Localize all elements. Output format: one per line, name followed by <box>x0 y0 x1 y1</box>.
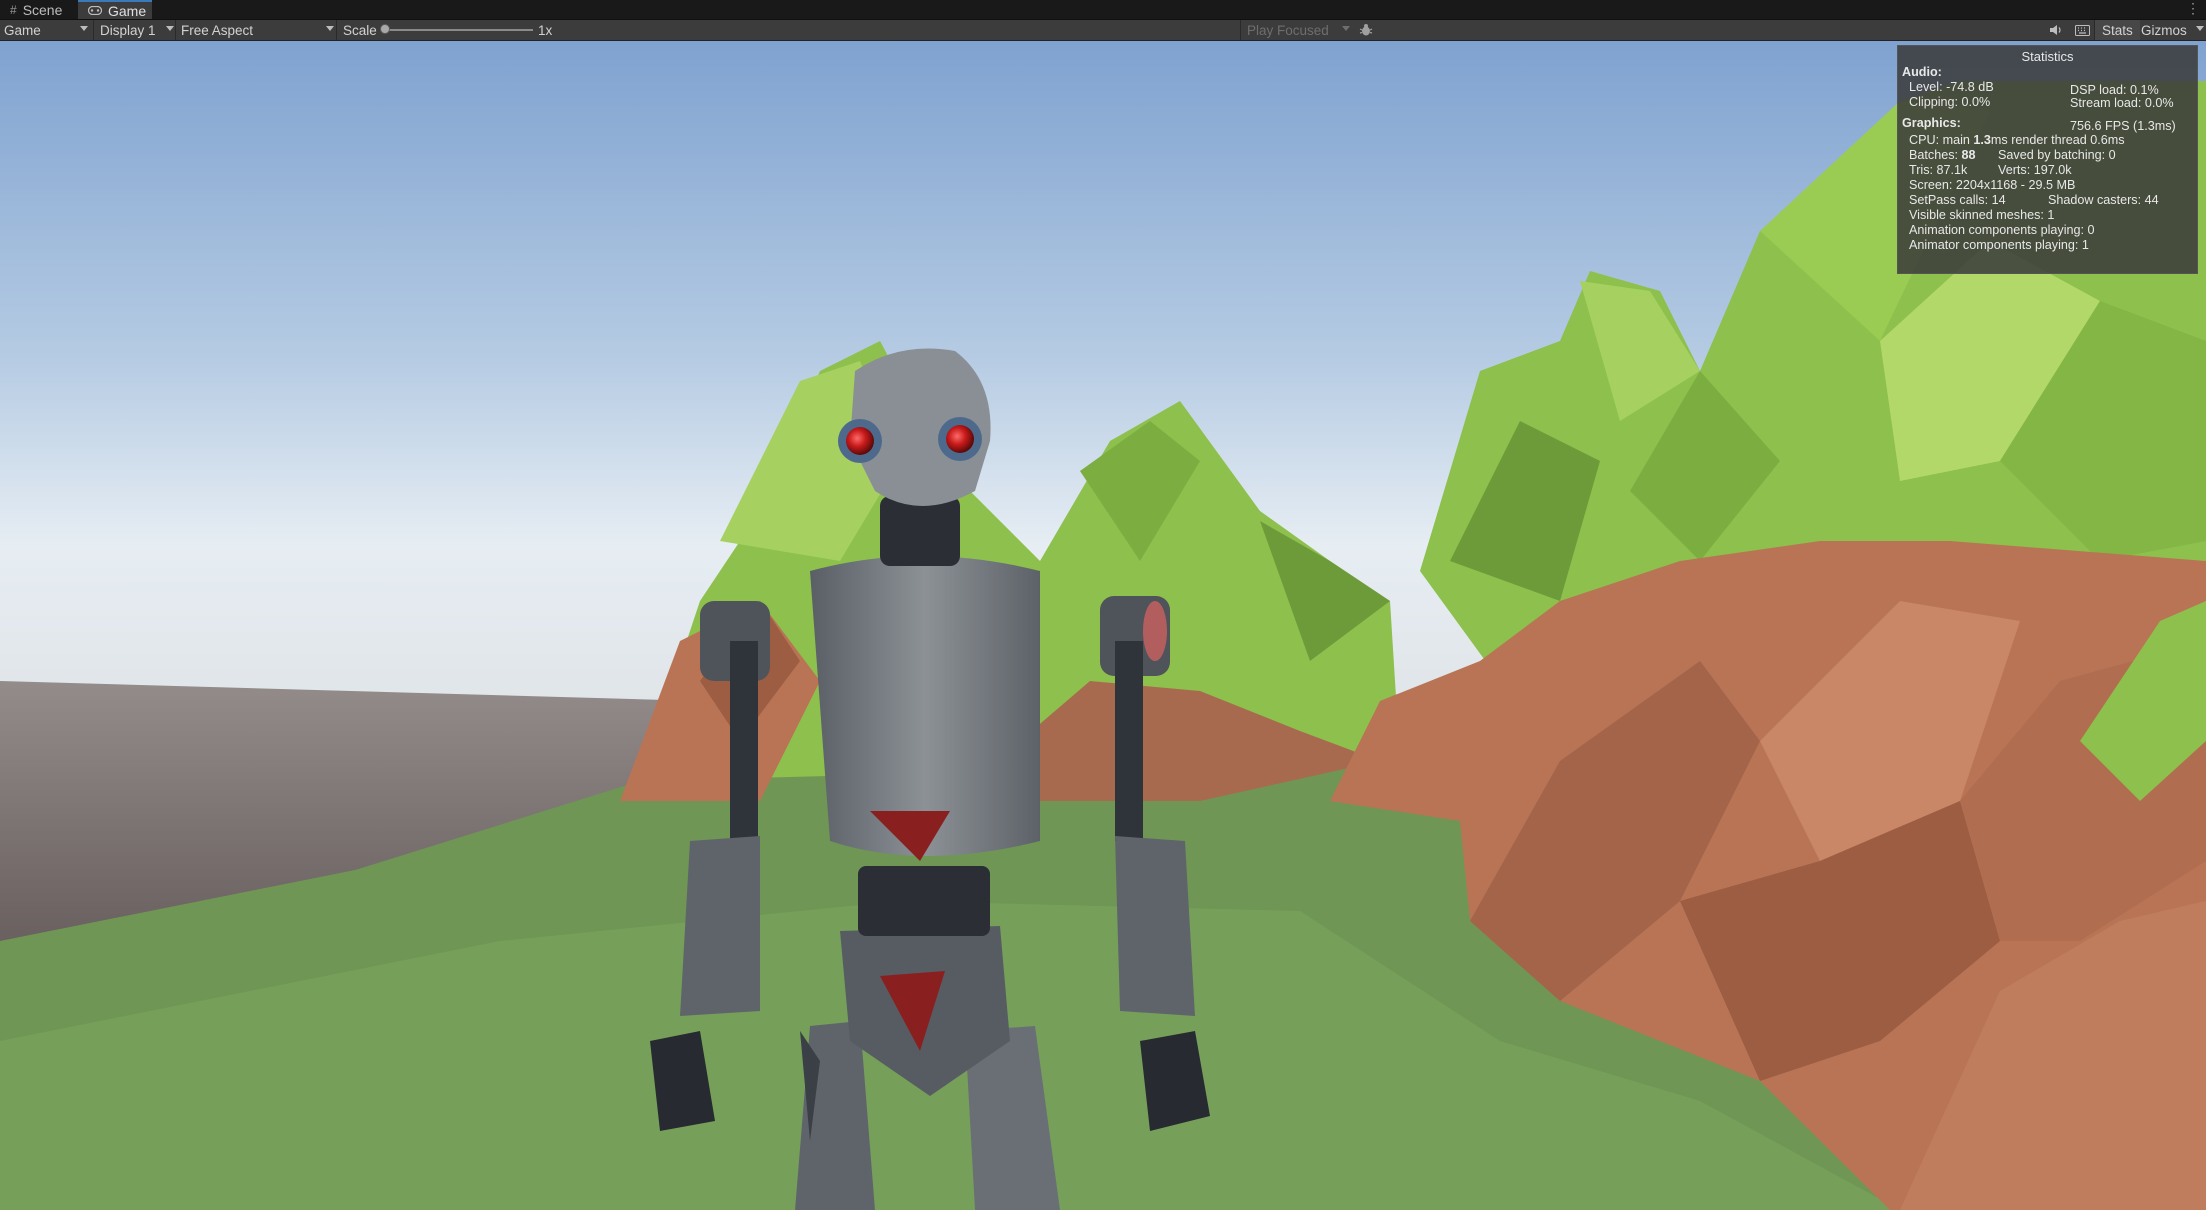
graphics-setpass: SetPass calls: 14 <box>1909 193 2006 207</box>
game-toolbar: Game Display 1 Free Aspect Scale 1x Play… <box>0 20 2206 41</box>
tab-scene[interactable]: # Scene <box>0 0 76 19</box>
batches-value: 88 <box>1961 148 1976 162</box>
audio-level: Level: -74.8 dB <box>1909 80 1994 94</box>
chevron-down-icon <box>326 26 334 31</box>
view-mode-dropdown[interactable]: Game <box>4 20 90 40</box>
mute-audio-icon[interactable] <box>2049 20 2063 40</box>
gizmos-label: Gizmos <box>2141 22 2187 38</box>
statistics-title: Statistics <box>2021 49 2074 64</box>
graphics-verts: Verts: 197.0k <box>1998 163 2072 177</box>
statistics-panel: Statistics Audio: Level: -74.8 dB Clippi… <box>1897 45 2198 274</box>
game-viewport[interactable]: Statistics Audio: Level: -74.8 dB Clippi… <box>0 41 2206 1210</box>
cpu-main-value: 1.3 <box>1973 133 1991 147</box>
bug-icon[interactable] <box>1359 20 1373 40</box>
gamepad-icon <box>87 4 103 18</box>
chevron-down-icon <box>1342 26 1350 31</box>
graphics-fps: 756.6 FPS (1.3ms) <box>2070 119 2176 133</box>
audio-clipping: Clipping: 0.0% <box>1909 95 1991 109</box>
panel-menu-icon[interactable]: ⋮ <box>2186 0 2200 17</box>
graphics-tris: Tris: 87.1k <box>1909 163 1968 177</box>
view-mode-label: Game <box>4 22 41 38</box>
chevron-down-icon <box>2196 26 2204 31</box>
audio-stream-load: Stream load: 0.0% <box>2070 96 2174 110</box>
play-mode-label: Play Focused <box>1247 22 1329 38</box>
aspect-label: Free Aspect <box>181 22 254 38</box>
gizmos-dropdown[interactable]: Gizmos <box>2141 20 2204 40</box>
tab-game-label: Game <box>108 2 147 19</box>
scene-render <box>0 41 2206 1210</box>
graphics-saved-by-batching: Saved by batching: 0 <box>1998 148 2116 162</box>
scale-slider-track[interactable] <box>385 29 533 31</box>
graphics-animator-components: Animator components playing: 1 <box>1909 238 2089 252</box>
graphics-heading: Graphics: <box>1902 116 1961 130</box>
graphics-shadow-casters: Shadow casters: 44 <box>2048 193 2159 207</box>
tab-game[interactable]: Game <box>78 0 152 19</box>
keyboard-icon[interactable] <box>2075 20 2090 40</box>
graphics-visible-skinned: Visible skinned meshes: 1 <box>1909 208 2055 222</box>
graphics-cpu: CPU: main 1.3ms render thread 0.6ms <box>1909 133 2125 147</box>
hash-icon: # <box>10 2 17 17</box>
graphics-batches: Batches: 88 <box>1909 148 1976 162</box>
play-mode-dropdown[interactable]: Play Focused <box>1247 20 1350 40</box>
audio-heading: Audio: <box>1902 65 1942 79</box>
editor-tab-bar: # Scene Game ⋮ <box>0 0 2206 20</box>
scale-value: 1x <box>538 22 553 38</box>
graphics-animation-components: Animation components playing: 0 <box>1909 223 2095 237</box>
scale-slider-handle[interactable] <box>380 24 390 34</box>
chevron-down-icon <box>80 26 88 31</box>
stats-toggle-button[interactable]: Stats <box>2095 20 2140 40</box>
display-dropdown[interactable]: Display 1 <box>100 20 175 40</box>
stats-label: Stats <box>2102 22 2133 38</box>
graphics-screen: Screen: 2204x1168 - 29.5 MB <box>1909 178 2076 192</box>
display-label: Display 1 <box>100 22 156 38</box>
aspect-dropdown[interactable]: Free Aspect <box>181 20 336 40</box>
tab-scene-label: Scene <box>22 1 63 18</box>
chevron-down-icon <box>166 26 174 31</box>
scale-label: Scale <box>343 22 377 38</box>
